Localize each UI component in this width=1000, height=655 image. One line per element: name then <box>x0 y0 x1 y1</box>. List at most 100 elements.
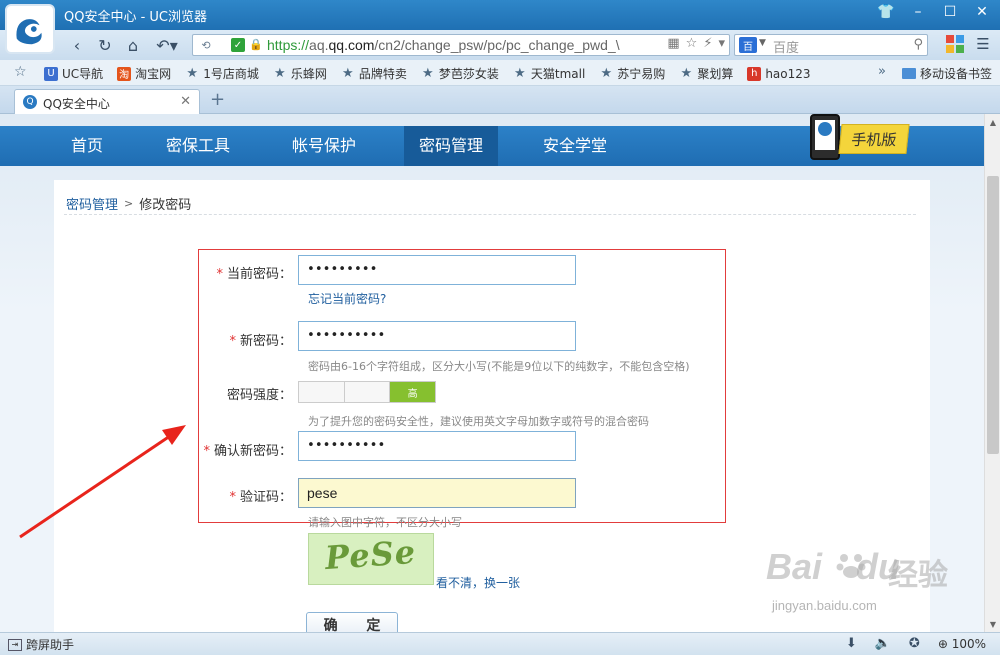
nav-password-management[interactable]: 密码管理 <box>404 126 498 166</box>
bookmark-star-icon[interactable]: ☆ <box>14 64 27 80</box>
title-bar: QQ安全中心 - UC浏览器 👕 – ☐ ✕ <box>0 0 1000 54</box>
divider <box>64 214 916 215</box>
forgot-password-link[interactable]: 忘记当前密码? <box>308 290 386 307</box>
download-icon[interactable]: ⬇ <box>846 636 857 651</box>
chevron-down-icon[interactable]: ▼ <box>759 38 766 48</box>
tab-qq-security[interactable]: Q QQ安全中心 ✕ <box>14 89 200 115</box>
taobao-icon: 淘 <box>117 66 132 81</box>
more-bookmarks-icon[interactable]: » <box>878 64 886 79</box>
star-icon: ★ <box>514 66 526 81</box>
strength-low <box>299 382 345 402</box>
menu-icon[interactable]: ☰ <box>974 35 992 53</box>
confirm-password-input[interactable]: •••••••••• <box>298 431 576 461</box>
uc-browser-logo[interactable] <box>5 4 55 54</box>
new-password-label: * 新密码： <box>229 334 292 349</box>
submit-button[interactable]: 确 定 <box>306 612 398 632</box>
home-icon[interactable]: ⌂ <box>122 34 144 56</box>
star-icon: ★ <box>600 66 613 81</box>
status-bar: ⇥ 跨屏助手 ⬇ 🔈 ✪ ⊕ 100% <box>0 632 1000 655</box>
chevron-right-icon: > <box>124 197 134 210</box>
bookmark-item[interactable]: ★ 品牌特卖 <box>341 65 407 82</box>
bookmark-item[interactable]: ★ 1号店商城 <box>185 65 258 82</box>
bookmarks-bar: ☆ U UC导航淘淘宝网 ★ 1号店商城 ★ 乐蜂网 ★ 品牌特卖 ★ 梦芭莎女装 ★ 天猫tmall… <box>0 60 1000 86</box>
bookmark-item[interactable]: 淘淘宝网 <box>117 65 171 82</box>
star-icon: ★ <box>186 66 199 81</box>
paw-icon <box>836 554 866 578</box>
current-password-input[interactable]: ••••••••• <box>298 255 576 285</box>
new-tab-icon[interactable]: + <box>210 89 225 110</box>
strength-high: 高 <box>390 382 436 402</box>
star-icon: ★ <box>342 66 354 81</box>
verified-check-icon: ✓ <box>231 38 245 52</box>
breadcrumb-parent[interactable]: 密码管理 <box>66 194 118 213</box>
maximize-button[interactable]: ☐ <box>936 2 964 22</box>
star-icon: ★ <box>422 66 434 81</box>
mobile-bookmarks-folder[interactable]: 移动设备书签 <box>902 65 992 82</box>
search-input[interactable]: 百度 <box>773 37 799 56</box>
address-bar[interactable]: ⟲ ✓ 🔒 https://aq.qq.com/cn2/change_psw/p… <box>192 34 730 56</box>
cross-screen-icon: ⇥ <box>8 638 22 651</box>
extension-icon[interactable]: ✪ <box>909 636 920 651</box>
nav-security-school[interactable]: 安全学堂 <box>526 126 624 166</box>
apps-grid-icon[interactable] <box>946 35 964 53</box>
nav-home[interactable]: 首页 <box>46 126 128 166</box>
captcha-refresh-link[interactable]: 看不清，换一张 <box>436 574 520 591</box>
lock-icon: 🔒 <box>249 38 263 51</box>
star-icon: ★ <box>680 66 693 81</box>
breadcrumb: 密码管理 > 修改密码 <box>66 194 191 213</box>
qq-shield-icon: Q <box>23 95 37 109</box>
bookmark-item[interactable]: ★ 聚划算 <box>679 65 733 82</box>
back-icon[interactable]: ‹ <box>66 34 88 56</box>
url-text[interactable]: https://aq.qq.com/cn2/change_psw/pc/pc_c… <box>267 37 627 55</box>
window-title: QQ安全中心 - UC浏览器 <box>64 10 208 25</box>
bookmark-item[interactable]: U UC导航 <box>44 65 103 82</box>
captcha-input[interactable]: pese <box>298 478 576 508</box>
bookmark-item[interactable]: ★ 梦芭莎女装 <box>421 65 499 82</box>
qr-code-icon[interactable]: ▦ <box>667 36 679 51</box>
refresh-icon[interactable]: ↻ <box>94 34 116 56</box>
volume-icon[interactable]: 🔈 <box>875 636 891 651</box>
bookmark-item[interactable]: ★ 苏宁易购 <box>599 65 665 82</box>
close-window-button[interactable]: ✕ <box>968 2 996 22</box>
nav-account-protection[interactable]: 帐号保护 <box>276 126 372 166</box>
breadcrumb-current: 修改密码 <box>139 198 192 213</box>
phone-icon <box>810 114 840 160</box>
search-icon[interactable]: ⚲ <box>913 37 923 52</box>
password-strength-label: 密码强度： <box>226 388 292 403</box>
captcha-label: * 验证码： <box>229 490 292 505</box>
tab-label: QQ安全中心 <box>43 97 110 111</box>
scroll-down-icon[interactable]: ▼ <box>985 616 1000 632</box>
squirrel-icon <box>16 19 42 45</box>
bookmark-item[interactable]: ★ 乐蜂网 <box>273 65 327 82</box>
nav-security-tools[interactable]: 密保工具 <box>150 126 246 166</box>
close-tab-icon[interactable]: ✕ <box>180 94 191 109</box>
scroll-thumb[interactable] <box>987 176 999 454</box>
favorite-star-icon[interactable]: ☆ <box>686 36 698 51</box>
bookmark-item[interactable]: h hao123 <box>747 65 811 82</box>
cross-screen-helper[interactable]: ⇥ 跨屏助手 <box>8 636 74 653</box>
current-password-label: * 当前密码： <box>216 267 292 282</box>
skin-icon[interactable]: 👕 <box>872 2 900 22</box>
undo-close-icon[interactable]: ↶▾ <box>150 34 184 56</box>
zoom-icon: ⊕ <box>937 636 952 651</box>
shield-icon: ⟲ <box>201 38 211 52</box>
minimize-button[interactable]: – <box>904 2 932 22</box>
new-password-input[interactable]: •••••••••• <box>298 321 576 351</box>
scroll-up-icon[interactable]: ▲ <box>985 114 1000 130</box>
baidu-watermark: Bai du 经验 jingyan.baidu.com <box>766 546 948 613</box>
vertical-scrollbar[interactable]: ▲ ▼ <box>984 114 1000 632</box>
search-engine-icon[interactable]: 百 <box>739 37 757 53</box>
page-viewport: 首页 密保工具 帐号保护 密码管理 安全学堂 手机版 密码管理 > 修改密码 *… <box>0 114 984 632</box>
navigation-toolbar: ‹ ↻ ⌂ ↶▾ ⟲ ✓ 🔒 https://aq.qq.com/cn2/cha… <box>0 30 1000 60</box>
captcha-hint: 请输入图中字符，不区分大小写 <box>308 516 462 529</box>
zoom-level[interactable]: ⊕ 100% <box>938 637 986 651</box>
lightning-icon[interactable]: ⚡ <box>703 36 712 51</box>
captcha-image[interactable]: PeSe <box>308 533 434 585</box>
address-dropdown-icon[interactable]: ▾ <box>718 36 725 51</box>
strength-medium <box>345 382 391 402</box>
bookmark-item[interactable]: ★ 天猫tmall <box>513 65 585 82</box>
mobile-version-badge[interactable]: 手机版 <box>796 114 916 168</box>
mobile-version-label: 手机版 <box>838 124 910 154</box>
search-box[interactable]: 百 ▼ 百度 ⚲ <box>734 34 928 56</box>
folder-icon <box>902 68 916 79</box>
